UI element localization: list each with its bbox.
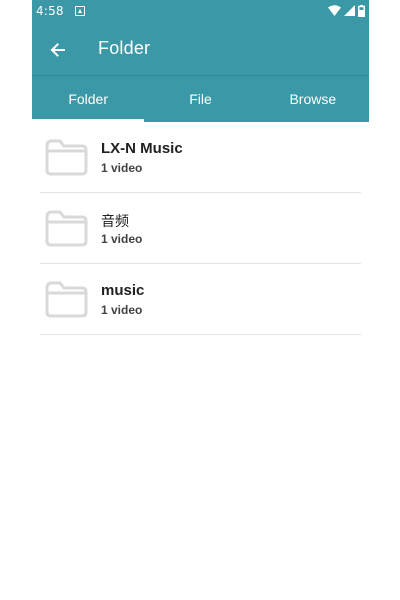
tab-bar: Folder File Browse [32,76,369,122]
phone-screen: 4:58 Folder Folder File Browse LX-N Musi… [32,0,369,600]
folder-name: 音频 [101,214,129,230]
wifi-icon [328,5,341,16]
folder-name: music [101,282,145,299]
page-title: Folder [98,38,151,58]
battery-icon [358,5,365,17]
app-bar: Folder [32,24,369,76]
tab-file[interactable]: File [144,76,256,122]
tab-file-label: File [189,91,212,107]
list-item[interactable]: 音频 1 video [32,193,369,264]
folder-list: LX-N Music 1 video 音频 1 video music 1 vi… [32,122,369,335]
notification-icon [75,6,85,16]
arrow-left-icon [50,43,65,57]
tab-folder[interactable]: Folder [32,76,145,122]
tab-folder-label: Folder [68,91,108,107]
folder-video-count: 1 video [101,161,143,175]
status-bar: 4:58 [32,0,369,24]
tab-browse[interactable]: Browse [257,76,369,122]
folder-video-count: 1 video [101,232,143,246]
folder-icon [45,281,88,318]
status-icons [325,5,365,17]
status-time: 4:58 [36,4,64,18]
tab-browse-label: Browse [289,91,337,107]
folder-video-count: 1 video [101,303,143,317]
folder-name: LX-N Music [101,140,183,157]
list-item[interactable]: LX-N Music 1 video [32,122,369,193]
folder-icon [45,210,88,247]
folder-icon [45,139,88,176]
back-button[interactable] [44,36,72,64]
signal-icon [344,5,355,16]
list-divider [40,334,361,335]
list-item[interactable]: music 1 video [32,264,369,335]
